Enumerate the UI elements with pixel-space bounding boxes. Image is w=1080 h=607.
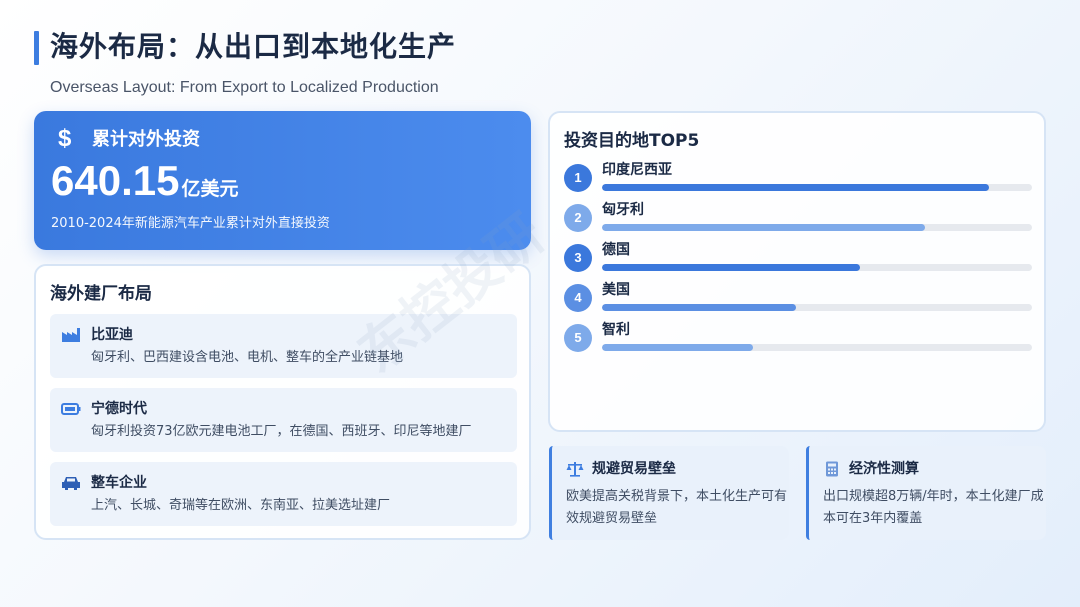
rank-badge: 3 xyxy=(564,244,592,272)
plant-name: 比亚迪 xyxy=(91,327,133,343)
rank-bar-track xyxy=(602,184,1032,191)
plants-panel-title: 海外建厂布局 xyxy=(50,284,152,304)
economics-card: 经济性测算 出口规模超8万辆/年时，本土化建厂成本可在3年内覆盖 xyxy=(806,446,1046,540)
battery-icon xyxy=(61,403,81,415)
rank-bar-track xyxy=(602,224,1032,231)
car-icon xyxy=(62,477,80,490)
overseas-plants-panel: 海外建厂布局 比亚迪 匈牙利、巴西建设含电池、电机、整车的全产业链基地 宁德时代… xyxy=(34,264,531,540)
rank-row: 1 印度尼西亚 xyxy=(564,162,1034,194)
investment-label: 累计对外投资 xyxy=(92,129,200,150)
investment-note: 2010-2024年新能源汽车产业累计对外直接投资 xyxy=(51,216,330,231)
plant-desc: 匈牙利投资73亿欧元建电池工厂，在德国、西班牙、印尼等地建厂 xyxy=(91,424,472,439)
rank-name: 德国 xyxy=(602,242,630,258)
card-title: 经济性测算 xyxy=(849,461,919,477)
rank-bar-fill xyxy=(602,224,925,231)
plant-desc: 上汽、长城、奇瑞等在欧洲、东南亚、拉美选址建厂 xyxy=(91,498,391,513)
plant-name: 整车企业 xyxy=(91,475,147,491)
card-title: 规避贸易壁垒 xyxy=(592,461,676,477)
rank-row: 2 匈牙利 xyxy=(564,202,1034,234)
plant-desc: 匈牙利、巴西建设含电池、电机、整车的全产业链基地 xyxy=(91,350,404,365)
rank-bar-track xyxy=(602,344,1032,351)
rank-bar-fill xyxy=(602,264,860,271)
investment-card: $ 累计对外投资 640.15 亿美元 2010-2024年新能源汽车产业累计对外… xyxy=(34,111,531,250)
rank-name: 匈牙利 xyxy=(602,202,644,218)
page-subtitle: Overseas Layout: From Export to Localize… xyxy=(50,79,439,96)
plant-item-catl: 宁德时代 匈牙利投资73亿欧元建电池工厂，在德国、西班牙、印尼等地建厂 xyxy=(50,388,517,452)
card-body: 出口规模超8万辆/年时，本土化建厂成本可在3年内覆盖 xyxy=(823,489,1044,526)
rank-bar-fill xyxy=(602,344,753,351)
card-body: 欧美提高关税背景下，本土化生产可有效规避贸易壁垒 xyxy=(566,489,788,526)
rank-row: 5 智利 xyxy=(564,322,1034,354)
factory-icon xyxy=(62,328,80,342)
page-title: 海外布局：从出口到本地化生产 xyxy=(50,30,457,63)
plant-item-automakers: 整车企业 上汽、长城、奇瑞等在欧洲、东南亚、拉美选址建厂 xyxy=(50,462,517,526)
scale-icon xyxy=(566,462,584,477)
investment-amount: 640.15 亿美元 xyxy=(51,155,238,207)
investment-amount-value: 640.15 xyxy=(51,157,180,204)
top5-panel: 投资目的地TOP5 1 印度尼西亚 2 匈牙利 3 德国 4 美国 5 智利 xyxy=(548,111,1046,432)
rank-badge: 4 xyxy=(564,284,592,312)
rank-bar-track xyxy=(602,264,1032,271)
rank-name: 智利 xyxy=(602,322,630,338)
rank-bar-track xyxy=(602,304,1032,311)
investment-amount-unit: 亿美元 xyxy=(181,178,239,200)
rank-bar-fill xyxy=(602,184,989,191)
rank-row: 3 德国 xyxy=(564,242,1034,274)
rank-row: 4 美国 xyxy=(564,282,1034,314)
dollar-icon: $ xyxy=(58,125,72,152)
plant-name: 宁德时代 xyxy=(91,401,147,417)
title-accent-bar xyxy=(34,31,39,65)
rank-badge: 5 xyxy=(564,324,592,352)
rank-badge: 1 xyxy=(564,164,592,192)
rank-name: 印度尼西亚 xyxy=(602,162,672,178)
rank-bar-fill xyxy=(602,304,796,311)
trade-barrier-card: 规避贸易壁垒 欧美提高关税背景下，本土化生产可有效规避贸易壁垒 xyxy=(549,446,789,540)
top5-panel-title: 投资目的地TOP5 xyxy=(564,131,700,151)
rank-name: 美国 xyxy=(602,282,630,298)
rank-badge: 2 xyxy=(564,204,592,232)
calculator-icon xyxy=(826,461,838,477)
plant-item-byd: 比亚迪 匈牙利、巴西建设含电池、电机、整车的全产业链基地 xyxy=(50,314,517,378)
